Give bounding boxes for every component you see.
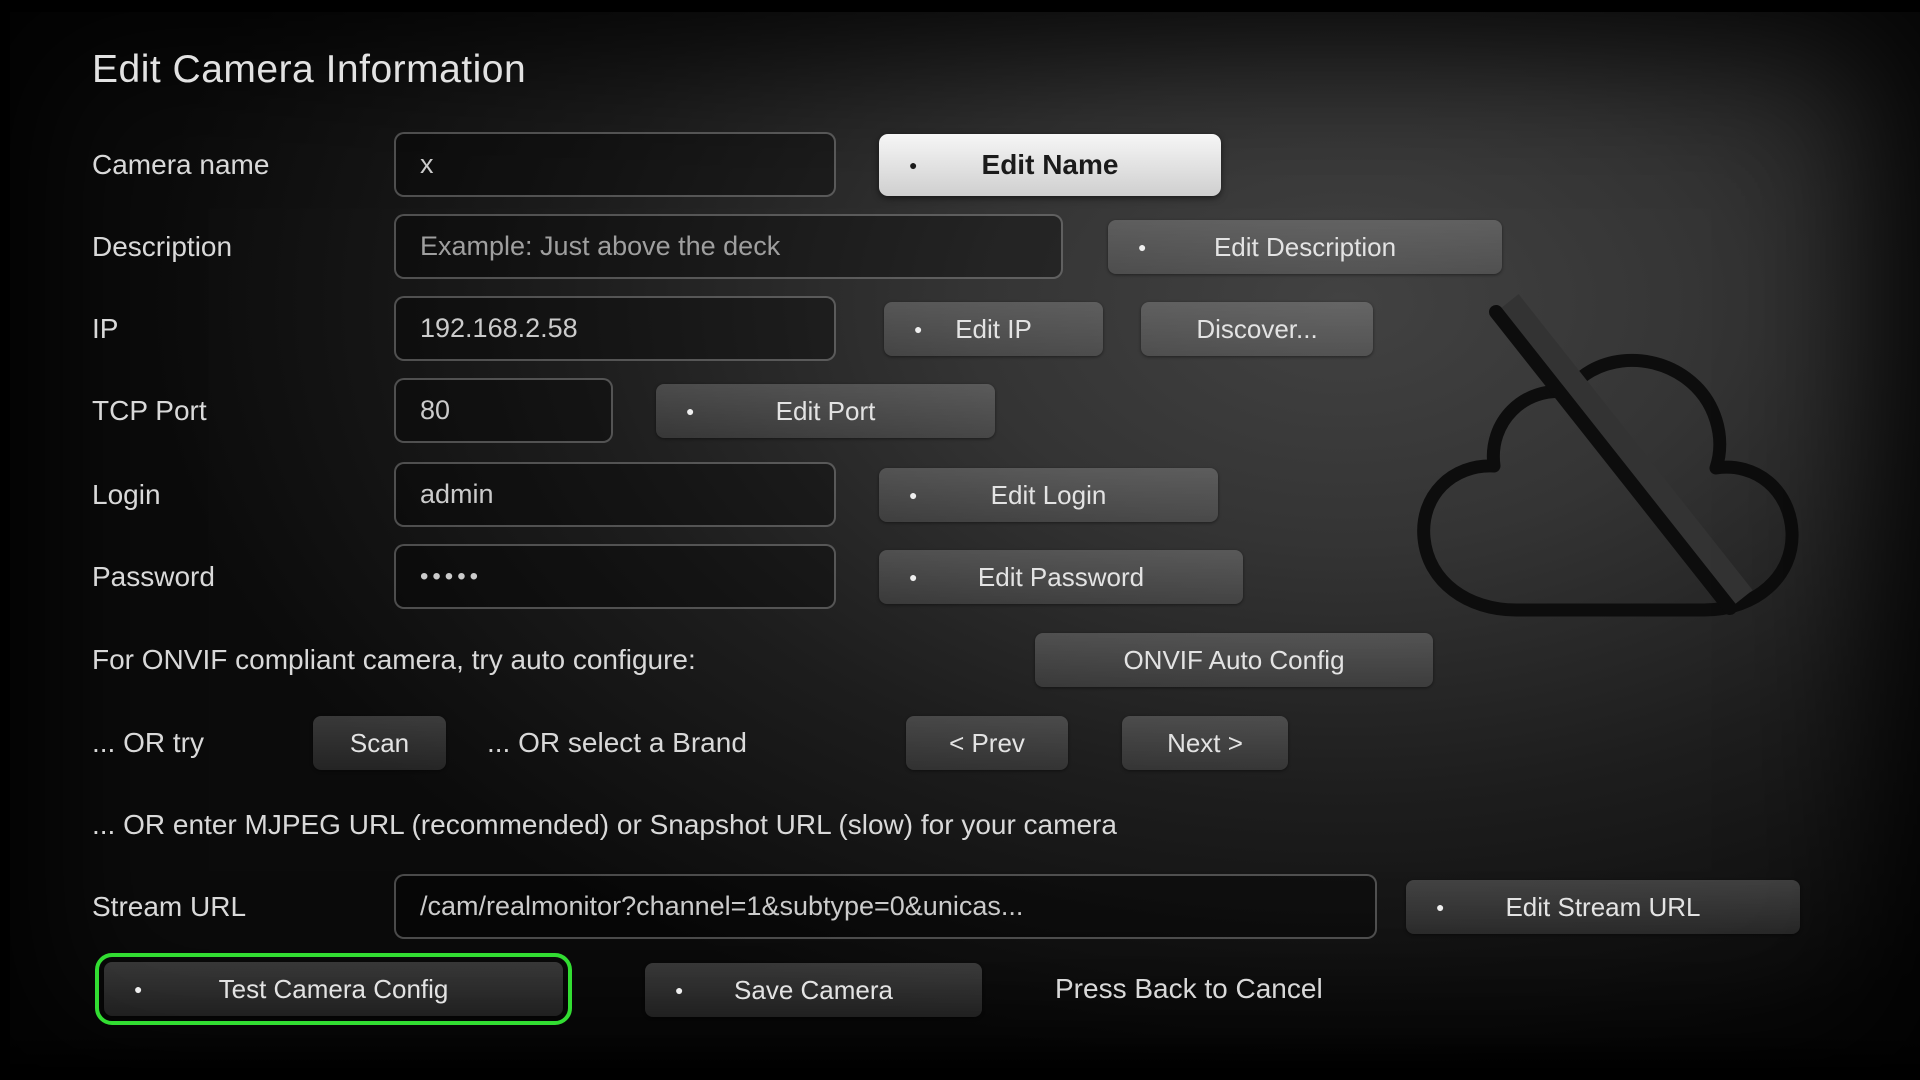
ip-label: IP (92, 313, 119, 344)
onvif-auto-config-button[interactable]: ONVIF Auto Config (1035, 633, 1433, 687)
stream-url-input[interactable] (394, 874, 1377, 939)
edit-name-button[interactable]: ● Edit Name (879, 134, 1221, 196)
edit-name-button-label: Edit Name (981, 149, 1119, 180)
ip-input[interactable] (394, 296, 836, 361)
edit-stream-url-button-label: Edit Stream URL (1505, 891, 1701, 922)
tcp-port-label: TCP Port (92, 395, 207, 426)
next-brand-button[interactable]: Next > (1122, 716, 1288, 770)
test-camera-config-button[interactable]: ● Test Camera Config (95, 953, 572, 1025)
tcp-port-input[interactable] (394, 378, 613, 443)
page-title: Edit Camera Information (92, 48, 527, 91)
edit-stream-url-button[interactable]: ● Edit Stream URL (1406, 880, 1800, 934)
next-brand-button-label: Next > (1167, 727, 1243, 758)
edit-login-button[interactable]: ● Edit Login (879, 468, 1218, 522)
discover-button[interactable]: Discover... (1141, 302, 1373, 356)
bullet-icon: ● (914, 321, 923, 337)
edit-port-button[interactable]: ● Edit Port (656, 384, 995, 438)
bullet-icon: ● (909, 487, 918, 503)
bullet-icon: ● (909, 157, 918, 173)
edit-ip-button-label: Edit IP (955, 313, 1032, 344)
stream-url-label: Stream URL (92, 891, 247, 922)
bullet-icon: ● (1436, 899, 1445, 915)
scan-button-label: Scan (349, 727, 410, 758)
password-label: Password (92, 561, 215, 592)
top-black-strip (0, 0, 1920, 12)
discover-button-label: Discover... (1196, 313, 1318, 344)
or-select-brand-text: ... OR select a Brand (487, 727, 747, 758)
password-input[interactable] (394, 544, 836, 609)
bullet-icon: ● (134, 981, 143, 997)
edit-description-button-label: Edit Description (1213, 231, 1397, 262)
edit-password-button-label: Edit Password (977, 561, 1145, 592)
press-back-to-cancel-text: Press Back to Cancel (1055, 973, 1323, 1004)
onvif-auto-config-button-label: ONVIF Auto Config (1123, 644, 1345, 675)
edit-login-button-label: Edit Login (990, 479, 1107, 510)
onvif-hint-text: For ONVIF compliant camera, try auto con… (92, 644, 696, 675)
edit-description-button[interactable]: ● Edit Description (1108, 220, 1502, 274)
or-try-text: ... OR try (92, 727, 204, 758)
prev-brand-button-label: < Prev (949, 727, 1025, 758)
scan-button[interactable]: Scan (313, 716, 446, 770)
camera-name-label: Camera name (92, 149, 270, 180)
bottom-black-strip (0, 1034, 1920, 1080)
test-camera-config-button-label: Test Camera Config (218, 973, 449, 1004)
login-input[interactable] (394, 462, 836, 527)
edit-camera-screen: Edit Camera Information Camera name ● Ed… (0, 0, 1920, 1080)
description-input[interactable] (394, 214, 1063, 279)
mjpeg-url-hint-text: ... OR enter MJPEG URL (recommended) or … (92, 809, 1117, 840)
prev-brand-button[interactable]: < Prev (906, 716, 1068, 770)
edit-ip-button[interactable]: ● Edit IP (884, 302, 1103, 356)
bullet-icon: ● (1138, 239, 1147, 255)
save-camera-button[interactable]: ● Save Camera (645, 963, 982, 1017)
cloud-off-icon (1417, 294, 1799, 617)
camera-name-input[interactable] (394, 132, 836, 197)
left-black-strip (0, 0, 10, 1080)
bullet-icon: ● (675, 982, 684, 998)
edit-password-button[interactable]: ● Edit Password (879, 550, 1243, 604)
save-camera-button-label: Save Camera (734, 974, 893, 1005)
bullet-icon: ● (686, 403, 695, 419)
description-label: Description (92, 231, 233, 262)
login-label: Login (92, 479, 161, 510)
bullet-icon: ● (909, 569, 918, 585)
edit-port-button-label: Edit Port (775, 395, 876, 426)
